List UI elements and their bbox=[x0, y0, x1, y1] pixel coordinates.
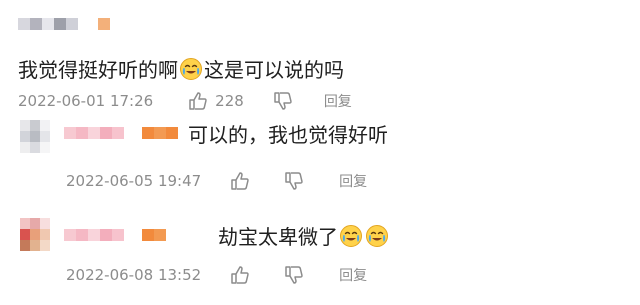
laughing-crying-emoji-icon bbox=[179, 57, 203, 81]
comment-text: 我觉得挺好听的啊 这是可以说的吗 bbox=[18, 57, 344, 82]
like-count: 228 bbox=[215, 92, 244, 110]
timestamp: 2022-06-05 19:47 bbox=[66, 172, 202, 190]
thumbs-down-icon[interactable] bbox=[272, 90, 294, 112]
avatar bbox=[20, 218, 50, 252]
avatar bbox=[20, 120, 50, 154]
reply-button[interactable]: 回复 bbox=[339, 265, 367, 285]
reply-button[interactable]: 回复 bbox=[324, 91, 352, 111]
thumbs-down-icon[interactable] bbox=[283, 170, 305, 192]
reply-text: 劫宝太卑微了 bbox=[218, 224, 390, 249]
reply-button[interactable]: 回复 bbox=[339, 171, 367, 191]
thumbs-up-icon[interactable] bbox=[229, 264, 251, 286]
reply-text-part: 劫宝太卑微了 bbox=[218, 225, 338, 249]
thumbs-down-icon[interactable] bbox=[283, 264, 305, 286]
laughing-crying-emoji-icon bbox=[339, 224, 363, 248]
timestamp: 2022-06-08 13:52 bbox=[66, 266, 202, 284]
reply-meta: 2022-06-08 13:52 回复 bbox=[66, 264, 367, 286]
reply-text: 可以的，我也觉得好听 bbox=[188, 123, 388, 147]
username-blur bbox=[18, 18, 110, 30]
comment-text-part: 我觉得挺好听的啊 bbox=[18, 58, 178, 82]
timestamp: 2022-06-01 17:26 bbox=[18, 92, 154, 110]
reply-meta: 2022-06-05 19:47 回复 bbox=[66, 170, 367, 192]
comment-text-part: 这是可以说的吗 bbox=[204, 58, 344, 82]
laughing-crying-emoji-icon bbox=[365, 224, 389, 248]
comment-meta: 2022-06-01 17:26 228 回复 bbox=[18, 90, 352, 112]
username-blur bbox=[64, 229, 166, 241]
username-blur bbox=[64, 127, 178, 139]
thumbs-up-icon[interactable] bbox=[229, 170, 251, 192]
thumbs-up-icon[interactable] bbox=[187, 90, 209, 112]
